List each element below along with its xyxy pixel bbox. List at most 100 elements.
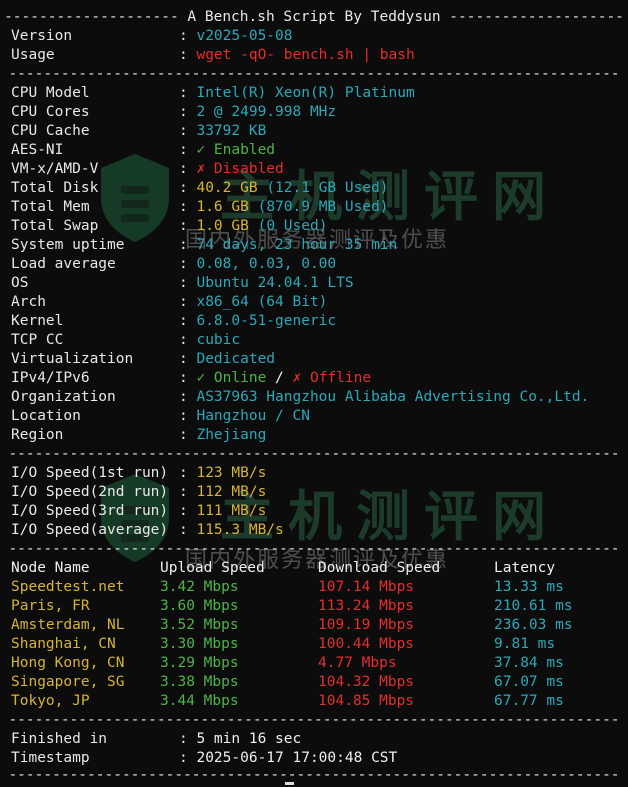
io-value: 112 MB/s bbox=[196, 484, 267, 500]
version-value: v2025-05-08 bbox=[196, 28, 293, 44]
table-row: Speedtest.net 3.42 Mbps 107.14 Mbps 13.3… bbox=[11, 578, 621, 597]
mem-line: Total Mem: 1.6 GB (870.9 MB Used) bbox=[11, 199, 389, 215]
table-row: Paris, FR 3.60 Mbps 113.24 Mbps 210.61 m… bbox=[11, 597, 621, 616]
upload-speed: 3.29 Mbps bbox=[160, 655, 239, 671]
latency: 236.03 ms bbox=[494, 617, 573, 633]
os-label: OS bbox=[11, 275, 29, 291]
region-value: Zhejiang bbox=[196, 427, 267, 443]
cpu-cache-line: CPU Cache: 33792 KB bbox=[11, 123, 267, 139]
cpu-cores-line: CPU Cores: 2 @ 2499.998 MHz bbox=[11, 104, 337, 120]
upload-speed: 3.30 Mbps bbox=[160, 636, 239, 652]
table-row: Shanghai, CN 3.30 Mbps 100.44 Mbps 9.81 … bbox=[11, 635, 621, 654]
disk-label: Total Disk bbox=[11, 180, 99, 196]
divider: ----------------------------------------… bbox=[8, 446, 620, 462]
column-header: Latency bbox=[494, 560, 556, 576]
vmx-line: VM-x/AMD-V: ✗ Disabled bbox=[11, 161, 284, 177]
uptime-value: 74 days, 23 hour 35 min bbox=[196, 237, 398, 253]
download-speed: 104.32 Mbps bbox=[318, 674, 415, 690]
timestamp-value: 2025-06-17 17:00:48 CST bbox=[196, 750, 398, 766]
table-row: Amsterdam, NL 3.52 Mbps 109.19 Mbps 236.… bbox=[11, 616, 621, 635]
cpu-model-value: Intel(R) Xeon(R) Platinum bbox=[196, 85, 415, 101]
latency: 67.77 ms bbox=[494, 693, 564, 709]
io-label: I/O Speed(1st run) bbox=[11, 465, 169, 481]
node-name: Shanghai, CN bbox=[11, 636, 116, 652]
latency: 37.84 ms bbox=[494, 655, 564, 671]
cpu-model-label: CPU Model bbox=[11, 85, 90, 101]
tcp-line: TCP CC: cubic bbox=[11, 332, 241, 348]
node-name: Tokyo, JP bbox=[11, 693, 90, 709]
io-line: I/O Speed(average): 115.3 MB/s bbox=[11, 522, 284, 538]
region-line: Region: Zhejiang bbox=[11, 427, 267, 443]
uptime-line: System uptime: 74 days, 23 hour 35 min bbox=[11, 237, 398, 253]
finished-line: Finished in: 5 min 16 sec bbox=[11, 731, 302, 747]
ip-line: IPv4/IPv6: ✓ Online / ✗ Offline bbox=[11, 370, 372, 386]
ip-separator: / bbox=[266, 370, 293, 386]
download-speed: 107.14 Mbps bbox=[318, 579, 415, 595]
cpu-cores-label: CPU Cores bbox=[11, 104, 90, 120]
disk-used: (12.1 GB Used) bbox=[266, 180, 389, 196]
kernel-line: Kernel: 6.8.0-51-generic bbox=[11, 313, 337, 329]
aes-label: AES-NI bbox=[11, 142, 64, 158]
finished-label: Finished in bbox=[11, 731, 108, 747]
org-value: AS37963 Hangzhou Alibaba Advertising Co.… bbox=[196, 389, 590, 405]
upload-speed: 3.60 Mbps bbox=[160, 598, 239, 614]
latency: 9.81 ms bbox=[494, 636, 556, 652]
script-title: A Bench.sh Script By Teddysun bbox=[187, 9, 441, 25]
ipv4-status: ✓ Online bbox=[196, 370, 267, 386]
load-line: Load average: 0.08, 0.03, 0.00 bbox=[11, 256, 337, 272]
divider: ----------------------------------------… bbox=[8, 541, 620, 557]
download-speed: 104.85 Mbps bbox=[318, 693, 415, 709]
virt-value: Dedicated bbox=[196, 351, 276, 367]
divider: ----------------------------------------… bbox=[8, 767, 620, 783]
location-value: Hangzhou / CN bbox=[196, 408, 310, 424]
disk-line: Total Disk: 40.2 GB (12.1 GB Used) bbox=[11, 180, 389, 196]
cpu-cache-label: CPU Cache bbox=[11, 123, 90, 139]
vmx-label: VM-x/AMD-V bbox=[11, 161, 99, 177]
terminal-cursor bbox=[285, 782, 294, 785]
table-row: Tokyo, JP 3.44 Mbps 104.85 Mbps 67.77 ms bbox=[11, 692, 621, 711]
uptime-label: System uptime bbox=[11, 237, 125, 253]
vmx-value: ✗ Disabled bbox=[196, 161, 284, 177]
os-value: Ubuntu 24.04.1 LTS bbox=[196, 275, 354, 291]
ipv6-status: ✗ Offline bbox=[292, 370, 372, 386]
finished-value: 5 min 16 sec bbox=[196, 731, 302, 747]
virt-line: Virtualization: Dedicated bbox=[11, 351, 276, 367]
aes-line: AES-NI: ✓ Enabled bbox=[11, 142, 276, 158]
arch-label: Arch bbox=[11, 294, 46, 310]
download-speed: 109.19 Mbps bbox=[318, 617, 415, 633]
node-name: Hong Kong, CN bbox=[11, 655, 125, 671]
aes-value: ✓ Enabled bbox=[196, 142, 276, 158]
table-row: Singapore, SG 3.38 Mbps 104.32 Mbps 67.0… bbox=[11, 673, 621, 692]
io-value: 111 MB/s bbox=[196, 503, 267, 519]
arch-value: x86_64 (64 Bit) bbox=[196, 294, 328, 310]
terminal-window: 主机测评网 国内外服务器测评及优惠 主机测评网 国内外服务器测评及优惠 ----… bbox=[0, 0, 628, 787]
io-line: I/O Speed(1st run): 123 MB/s bbox=[11, 465, 267, 481]
latency: 67.07 ms bbox=[494, 674, 564, 690]
os-line: OS: Ubuntu 24.04.1 LTS bbox=[11, 275, 354, 291]
io-label: I/O Speed(2nd run) bbox=[11, 484, 169, 500]
column-header: Node Name bbox=[11, 560, 90, 576]
tcp-value: cubic bbox=[196, 332, 241, 348]
upload-speed: 3.42 Mbps bbox=[160, 579, 239, 595]
cpu-model-line: CPU Model: Intel(R) Xeon(R) Platinum bbox=[11, 85, 415, 101]
ip-label: IPv4/IPv6 bbox=[11, 370, 90, 386]
load-value: 0.08, 0.03, 0.00 bbox=[196, 256, 337, 272]
table-row: Hong Kong, CN 3.29 Mbps 4.77 Mbps 37.84 … bbox=[11, 654, 621, 673]
usage-line: Usage: wget -qO- bench.sh | bash bbox=[11, 47, 415, 63]
location-label: Location bbox=[11, 408, 81, 424]
cpu-cores-value: 2 @ 2499.998 MHz bbox=[196, 104, 337, 120]
mem-label: Total Mem bbox=[11, 199, 90, 215]
header-line: -------------------- A Bench.sh Script B… bbox=[4, 9, 624, 25]
cpu-cache-value: 33792 KB bbox=[196, 123, 267, 139]
io-line: I/O Speed(3rd run): 111 MB/s bbox=[11, 503, 267, 519]
node-name: Singapore, SG bbox=[11, 674, 125, 690]
download-speed: 100.44 Mbps bbox=[318, 636, 415, 652]
io-label: I/O Speed(average) bbox=[11, 522, 169, 538]
region-label: Region bbox=[11, 427, 64, 443]
kernel-label: Kernel bbox=[11, 313, 64, 329]
io-value: 115.3 MB/s bbox=[196, 522, 284, 538]
node-name: Speedtest.net bbox=[11, 579, 125, 595]
latency: 210.61 ms bbox=[494, 598, 573, 614]
column-header: Download Speed bbox=[318, 560, 441, 576]
latency: 13.33 ms bbox=[494, 579, 564, 595]
